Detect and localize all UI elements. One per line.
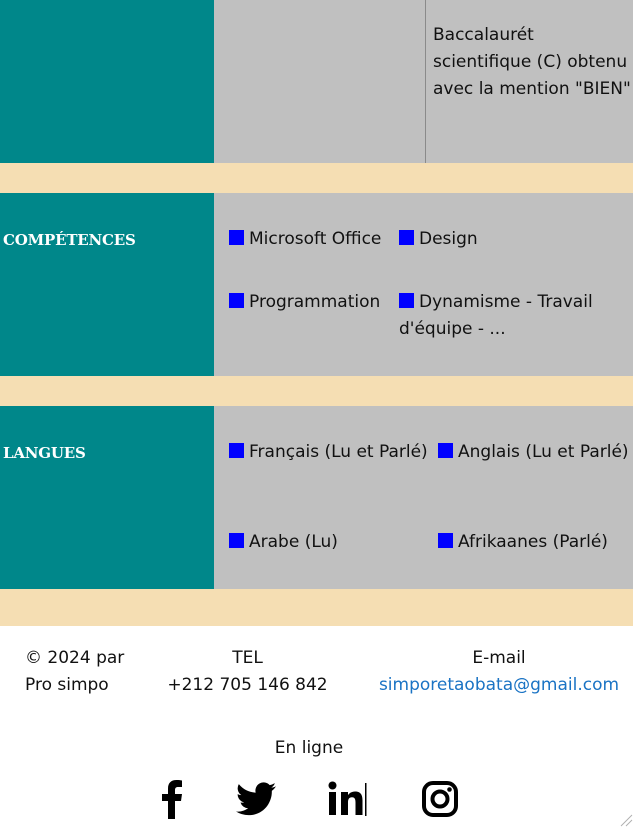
education-side-panel bbox=[0, 0, 214, 163]
langue-item: Français (Lu et Parlé) bbox=[229, 439, 429, 466]
bullet-square-icon bbox=[229, 533, 244, 548]
bullet-square-icon bbox=[229, 230, 244, 245]
competence-item: Dynamisme - Travail d'équipe - ... bbox=[399, 292, 593, 339]
competences-content-panel bbox=[214, 193, 633, 376]
resize-grip-icon[interactable] bbox=[619, 813, 633, 827]
linkedin-icon[interactable] bbox=[324, 775, 370, 823]
competence-item: Programmation bbox=[229, 289, 399, 316]
footer-copyright: © 2024 par Pro simpo bbox=[25, 648, 125, 695]
langue-item: Arabe (Lu) bbox=[229, 529, 429, 556]
bullet-square-icon bbox=[399, 230, 414, 245]
bullet-square-icon bbox=[399, 293, 414, 308]
education-divider bbox=[425, 0, 426, 163]
instagram-icon[interactable] bbox=[418, 775, 462, 823]
footer-email: E-mail simporetaobata@gmail.com bbox=[365, 645, 633, 699]
twitter-icon[interactable] bbox=[233, 775, 279, 823]
email-link[interactable]: simporetaobata@gmail.com bbox=[365, 672, 633, 699]
bullet-square-icon bbox=[229, 443, 244, 458]
bullet-square-icon bbox=[229, 293, 244, 308]
competences-title: COMPÉTENCES bbox=[3, 231, 136, 249]
competence-item: Microsoft Office bbox=[229, 226, 399, 253]
separator-band bbox=[0, 589, 633, 626]
bullet-square-icon bbox=[438, 443, 453, 458]
competences-side-panel bbox=[0, 193, 214, 376]
education-entry-text: Baccalaurét scientifique (C) obtenu avec… bbox=[433, 25, 631, 99]
langues-side-panel bbox=[0, 406, 214, 589]
email-label: E-mail bbox=[472, 648, 526, 668]
facebook-icon[interactable] bbox=[150, 775, 192, 823]
tel-value[interactable]: +212 705 146 842 bbox=[160, 672, 335, 699]
separator-band bbox=[0, 163, 633, 193]
tel-label: TEL bbox=[232, 648, 263, 668]
langue-item: Anglais (Lu et Parlé) bbox=[438, 439, 633, 466]
footer-tel: TEL +212 705 146 842 bbox=[160, 645, 335, 699]
competence-item: Design bbox=[399, 226, 629, 253]
bullet-square-icon bbox=[438, 533, 453, 548]
langues-title: LANGUES bbox=[3, 444, 86, 462]
separator-band bbox=[0, 376, 633, 406]
langues-content-panel bbox=[214, 406, 633, 589]
online-label: En ligne bbox=[274, 738, 344, 758]
langue-item: Afrikaanes (Parlé) bbox=[438, 529, 633, 556]
